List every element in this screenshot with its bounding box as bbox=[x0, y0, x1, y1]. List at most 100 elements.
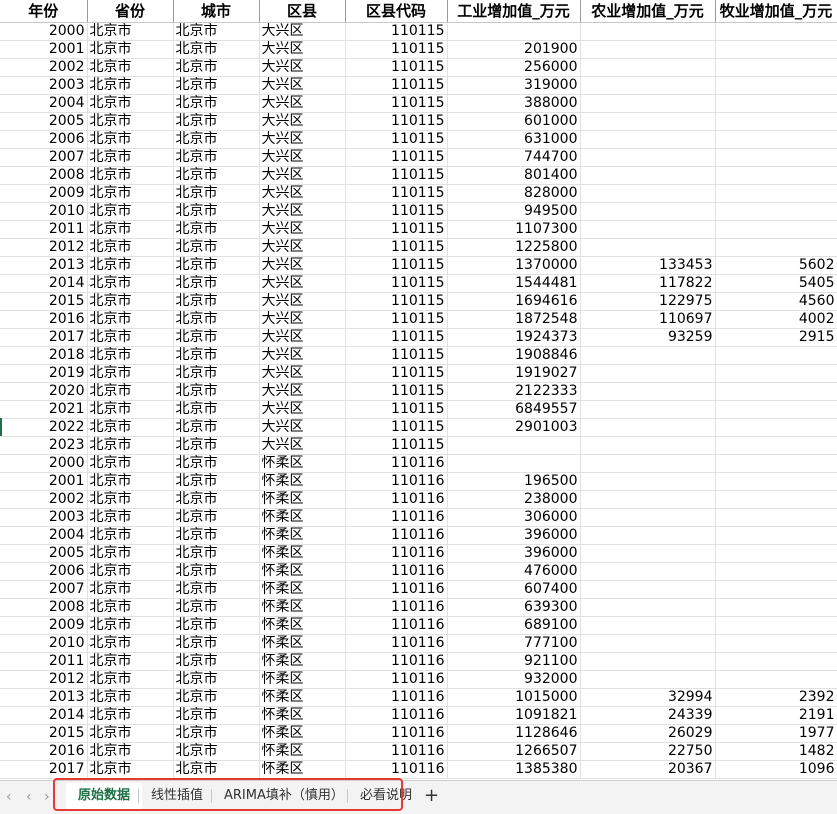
cell-industry-value[interactable]: 1225800 bbox=[447, 238, 581, 257]
cell-agriculture-value[interactable]: 26029 bbox=[580, 724, 716, 743]
cell-livestock-value[interactable] bbox=[715, 454, 837, 473]
cell-district-code[interactable]: 110115 bbox=[345, 310, 448, 329]
cell-livestock-value[interactable] bbox=[715, 508, 837, 527]
cell-year[interactable]: 2009 bbox=[0, 184, 88, 203]
cell-city[interactable]: 北京市 bbox=[173, 670, 260, 689]
cell-province[interactable]: 北京市 bbox=[87, 508, 174, 527]
cell-year[interactable]: 2014 bbox=[0, 706, 88, 725]
cell-livestock-value[interactable] bbox=[715, 526, 837, 545]
cell-industry-value[interactable]: 828000 bbox=[447, 184, 581, 203]
cell-province[interactable]: 北京市 bbox=[87, 760, 174, 779]
cell-livestock-value[interactable] bbox=[715, 40, 837, 59]
cell-province[interactable]: 北京市 bbox=[87, 76, 174, 95]
cell-city[interactable]: 北京市 bbox=[173, 202, 260, 221]
cell-agriculture-value[interactable]: 32994 bbox=[580, 688, 716, 707]
cell-province[interactable]: 北京市 bbox=[87, 670, 174, 689]
cell-district-code[interactable]: 110115 bbox=[345, 364, 448, 383]
cell-district[interactable]: 大兴区 bbox=[259, 130, 346, 149]
cell-industry-value[interactable]: 2901003 bbox=[447, 418, 581, 437]
cell-agriculture-value[interactable] bbox=[580, 202, 716, 221]
cell-livestock-value[interactable] bbox=[715, 166, 837, 185]
cell-industry-value[interactable]: 1370000 bbox=[447, 256, 581, 275]
cell-agriculture-value[interactable] bbox=[580, 580, 716, 599]
cell-livestock-value[interactable]: 5602 bbox=[715, 256, 837, 275]
cell-province[interactable]: 北京市 bbox=[87, 184, 174, 203]
cell-district[interactable]: 大兴区 bbox=[259, 310, 346, 329]
cell-district[interactable]: 怀柔区 bbox=[259, 490, 346, 509]
cell-district-code[interactable]: 110116 bbox=[345, 634, 448, 653]
cell-district-code[interactable]: 110115 bbox=[345, 130, 448, 149]
cell-city[interactable]: 北京市 bbox=[173, 724, 260, 743]
cell-industry-value[interactable]: 607400 bbox=[447, 580, 581, 599]
cell-city[interactable]: 北京市 bbox=[173, 382, 260, 401]
cell-district-code[interactable]: 110115 bbox=[345, 58, 448, 77]
cell-city[interactable]: 北京市 bbox=[173, 706, 260, 725]
cell-year[interactable]: 2007 bbox=[0, 580, 88, 599]
cell-province[interactable]: 北京市 bbox=[87, 472, 174, 491]
cell-province[interactable]: 北京市 bbox=[87, 454, 174, 473]
cell-agriculture-value[interactable]: 93259 bbox=[580, 328, 716, 347]
cell-agriculture-value[interactable]: 22750 bbox=[580, 742, 716, 761]
cell-agriculture-value[interactable] bbox=[580, 130, 716, 149]
cell-city[interactable]: 北京市 bbox=[173, 634, 260, 653]
cell-district-code[interactable]: 110115 bbox=[345, 112, 448, 131]
cell-city[interactable]: 北京市 bbox=[173, 94, 260, 113]
cell-agriculture-value[interactable]: 133453 bbox=[580, 256, 716, 275]
cell-province[interactable]: 北京市 bbox=[87, 490, 174, 509]
cell-city[interactable]: 北京市 bbox=[173, 400, 260, 419]
cell-district[interactable]: 怀柔区 bbox=[259, 598, 346, 617]
cell-district[interactable]: 怀柔区 bbox=[259, 508, 346, 527]
cell-livestock-value[interactable] bbox=[715, 220, 837, 239]
cell-district[interactable]: 大兴区 bbox=[259, 40, 346, 59]
cell-industry-value[interactable]: 201900 bbox=[447, 40, 581, 59]
cell-city[interactable]: 北京市 bbox=[173, 346, 260, 365]
cell-province[interactable]: 北京市 bbox=[87, 526, 174, 545]
cell-province[interactable]: 北京市 bbox=[87, 400, 174, 419]
cell-industry-value[interactable]: 306000 bbox=[447, 508, 581, 527]
cell-agriculture-value[interactable] bbox=[580, 400, 716, 419]
cell-district-code[interactable]: 110116 bbox=[345, 526, 448, 545]
cell-livestock-value[interactable]: 2915 bbox=[715, 328, 837, 347]
spreadsheet-grid[interactable]: 年份 省份 城市 区县 区县代码 工业增加值_万元 农业增加值_万元 牧业增加值… bbox=[0, 0, 837, 780]
cell-city[interactable]: 北京市 bbox=[173, 148, 260, 167]
cell-district[interactable]: 大兴区 bbox=[259, 274, 346, 293]
cell-city[interactable]: 北京市 bbox=[173, 130, 260, 149]
cell-industry-value[interactable]: 196500 bbox=[447, 472, 581, 491]
cell-city[interactable]: 北京市 bbox=[173, 598, 260, 617]
add-sheet-icon[interactable]: + bbox=[424, 785, 439, 806]
cell-city[interactable]: 北京市 bbox=[173, 688, 260, 707]
cell-district[interactable]: 怀柔区 bbox=[259, 580, 346, 599]
cell-province[interactable]: 北京市 bbox=[87, 166, 174, 185]
cell-year[interactable]: 2013 bbox=[0, 256, 88, 275]
cell-province[interactable]: 北京市 bbox=[87, 562, 174, 581]
cell-livestock-value[interactable] bbox=[715, 652, 837, 671]
cell-district[interactable]: 大兴区 bbox=[259, 292, 346, 311]
cell-industry-value[interactable]: 777100 bbox=[447, 634, 581, 653]
cell-city[interactable]: 北京市 bbox=[173, 292, 260, 311]
cell-industry-value[interactable] bbox=[447, 454, 581, 473]
cell-district[interactable]: 怀柔区 bbox=[259, 688, 346, 707]
cell-year[interactable]: 2012 bbox=[0, 238, 88, 257]
cell-city[interactable]: 北京市 bbox=[173, 76, 260, 95]
cell-district[interactable]: 大兴区 bbox=[259, 382, 346, 401]
cell-year[interactable]: 2007 bbox=[0, 148, 88, 167]
cell-district-code[interactable]: 110116 bbox=[345, 580, 448, 599]
cell-city[interactable]: 北京市 bbox=[173, 454, 260, 473]
cell-year[interactable]: 2005 bbox=[0, 112, 88, 131]
header-livestock-value[interactable]: 牧业增加值_万元 bbox=[715, 0, 837, 23]
cell-livestock-value[interactable] bbox=[715, 490, 837, 509]
cell-livestock-value[interactable]: 5405 bbox=[715, 274, 837, 293]
cell-province[interactable]: 北京市 bbox=[87, 310, 174, 329]
cell-district[interactable]: 大兴区 bbox=[259, 256, 346, 275]
cell-livestock-value[interactable] bbox=[715, 598, 837, 617]
cell-livestock-value[interactable]: 1096 bbox=[715, 760, 837, 779]
header-city[interactable]: 城市 bbox=[173, 0, 260, 23]
cell-city[interactable]: 北京市 bbox=[173, 166, 260, 185]
cell-province[interactable]: 北京市 bbox=[87, 22, 174, 41]
cell-agriculture-value[interactable] bbox=[580, 598, 716, 617]
cell-district[interactable]: 大兴区 bbox=[259, 346, 346, 365]
cell-livestock-value[interactable] bbox=[715, 112, 837, 131]
cell-district[interactable]: 怀柔区 bbox=[259, 472, 346, 491]
cell-livestock-value[interactable] bbox=[715, 382, 837, 401]
cell-city[interactable]: 北京市 bbox=[173, 184, 260, 203]
